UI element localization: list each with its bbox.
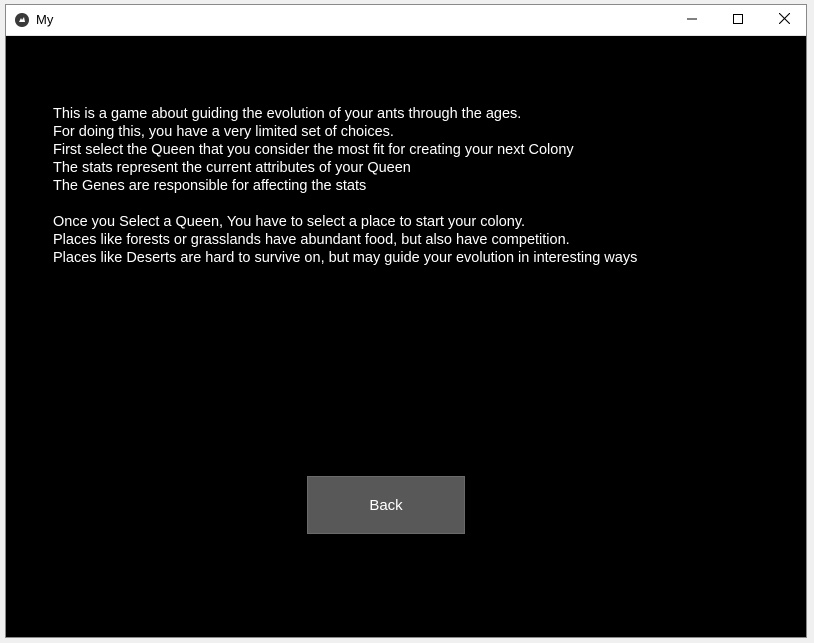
instruction-line: For doing this, you have a very limited … bbox=[53, 124, 394, 140]
instruction-line: The Genes are responsible for affecting … bbox=[53, 178, 367, 194]
back-button-label: Back bbox=[369, 496, 403, 514]
maximize-button[interactable] bbox=[715, 5, 761, 35]
instruction-line: Once you Select a Queen, You have to sel… bbox=[53, 214, 526, 230]
instruction-line: Places like forests or grasslands have a… bbox=[53, 232, 570, 248]
window-title: My bbox=[36, 12, 54, 27]
app-window: My This is a game about guiding the evol… bbox=[5, 4, 807, 638]
minimize-button[interactable] bbox=[669, 5, 715, 35]
close-icon bbox=[778, 11, 790, 29]
instruction-line: First select the Queen that you consider… bbox=[53, 142, 574, 158]
instruction-blank-line bbox=[53, 195, 637, 213]
instructions-text: This is a game about guiding the evoluti… bbox=[53, 105, 637, 267]
kivy-app-icon bbox=[15, 13, 29, 27]
game-content: This is a game about guiding the evoluti… bbox=[6, 36, 806, 637]
minimize-icon bbox=[687, 11, 697, 29]
close-button[interactable] bbox=[761, 5, 807, 35]
instruction-line: The stats represent the current attribut… bbox=[53, 160, 411, 176]
instruction-line: This is a game about guiding the evoluti… bbox=[53, 106, 522, 122]
instruction-line: Places like Deserts are hard to survive … bbox=[53, 250, 638, 266]
maximize-icon bbox=[733, 11, 743, 29]
title-bar[interactable]: My bbox=[6, 5, 806, 36]
back-button[interactable]: Back bbox=[307, 476, 465, 534]
